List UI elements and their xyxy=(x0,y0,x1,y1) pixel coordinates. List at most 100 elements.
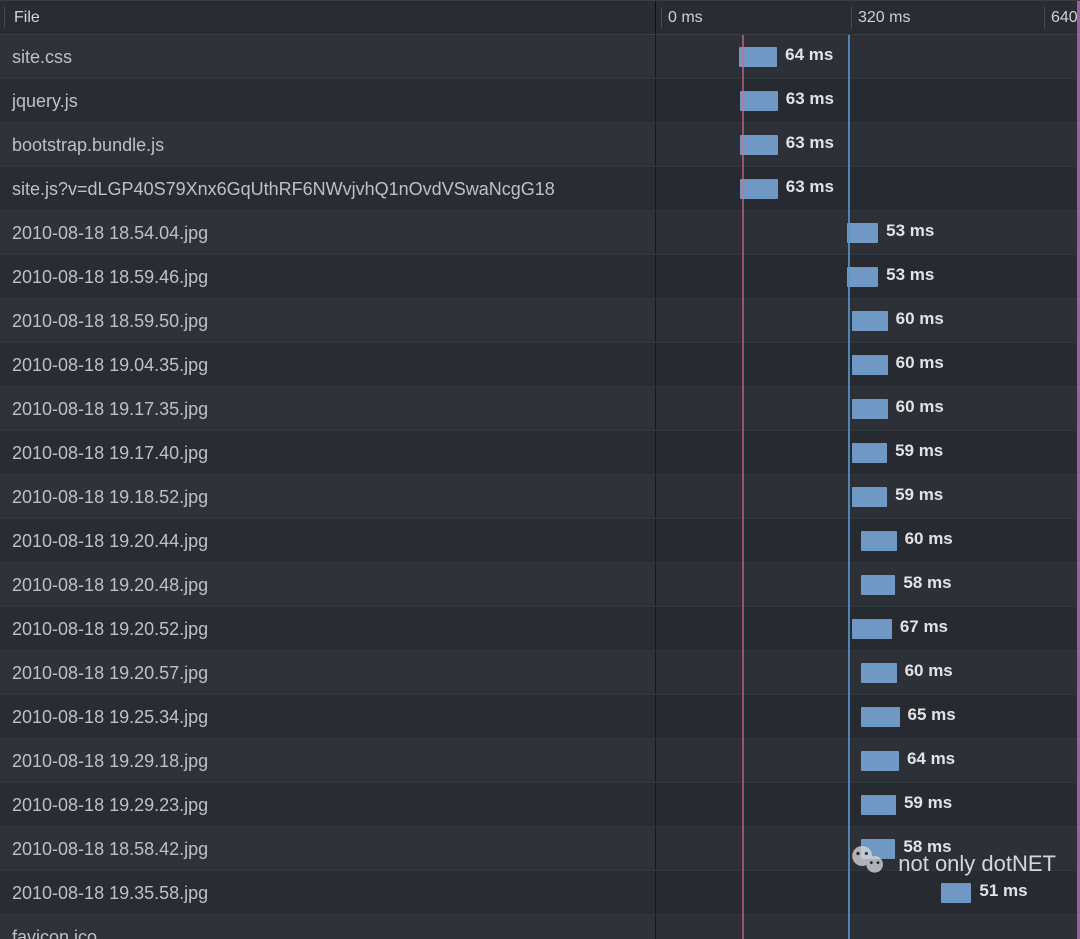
timing-label: 59 ms xyxy=(895,441,943,461)
request-row[interactable]: jquery.js63 ms xyxy=(0,79,1080,123)
timing-bar xyxy=(852,619,892,639)
column-header-file[interactable]: File xyxy=(0,1,656,34)
timeline-tick: 640 xyxy=(1044,1,1078,34)
file-name: 2010-08-18 18.59.50.jpg xyxy=(0,299,656,342)
file-name: 2010-08-18 19.17.35.jpg xyxy=(0,387,656,430)
timing-bar xyxy=(852,311,888,331)
timing-label: 59 ms xyxy=(895,485,943,505)
file-name: 2010-08-18 19.20.57.jpg xyxy=(0,651,656,694)
request-row[interactable]: 2010-08-18 19.17.40.jpg 59 ms xyxy=(0,431,1080,475)
request-row[interactable]: 2010-08-18 19.20.44.jpg 60 ms xyxy=(0,519,1080,563)
file-name: 2010-08-18 19.04.35.jpg xyxy=(0,343,656,386)
timing-label: 63 ms xyxy=(786,89,834,109)
request-row[interactable]: 2010-08-18 19.18.52.jpg 59 ms xyxy=(0,475,1080,519)
file-name: 2010-08-18 19.18.52.jpg xyxy=(0,475,656,518)
timing-label: 60 ms xyxy=(896,353,944,373)
file-name: 2010-08-18 18.58.42.jpg xyxy=(0,827,656,870)
table-header: File 0 ms 320 ms 640 xyxy=(0,1,1080,35)
timing-bar xyxy=(861,795,896,815)
timing-label: 60 ms xyxy=(905,661,953,681)
timing-label: 67 ms xyxy=(900,617,948,637)
request-row[interactable]: 2010-08-18 19.17.35.jpg 60 ms xyxy=(0,387,1080,431)
request-row[interactable]: 2010-08-18 19.20.52.jpg 67 ms xyxy=(0,607,1080,651)
timing-bar xyxy=(740,179,777,199)
timing-bar xyxy=(852,355,888,375)
network-waterfall-panel: File 0 ms 320 ms 640 site.css 64 ms jquery.j… xyxy=(0,0,1080,939)
file-name: 2010-08-18 19.25.34.jpg xyxy=(0,695,656,738)
timing-bar xyxy=(941,883,971,903)
file-name: 2010-08-18 19.20.52.jpg xyxy=(0,607,656,650)
timing-cell: 59 ms xyxy=(656,475,1080,518)
timing-cell: 60 ms xyxy=(656,343,1080,386)
timing-cell: 64 ms xyxy=(656,35,1080,78)
request-row[interactable]: 2010-08-18 19.04.35.jpg 60 ms xyxy=(0,343,1080,387)
timing-cell: 67 ms xyxy=(656,607,1080,650)
requests-table-body: site.css 64 ms jquery.js63 msbootstrap.bun… xyxy=(0,35,1080,939)
timeline-tick-label: 0 ms xyxy=(668,9,703,27)
timing-label: 64 ms xyxy=(907,749,955,769)
file-name: 2010-08-18 19.20.44.jpg xyxy=(0,519,656,562)
request-row[interactable]: 2010-08-18 19.29.18.jpg 64 ms xyxy=(0,739,1080,783)
timing-label: 63 ms xyxy=(786,177,834,197)
timing-label: 51 ms xyxy=(979,881,1027,901)
timing-label: 65 ms xyxy=(908,705,956,725)
request-row[interactable]: 2010-08-18 18.59.50.jpg60 ms xyxy=(0,299,1080,343)
timing-bar xyxy=(861,531,897,551)
timing-cell: 63 ms xyxy=(656,123,1080,166)
request-row[interactable]: favicon.ico xyxy=(0,915,1080,939)
file-name: 2010-08-18 19.17.40.jpg xyxy=(0,431,656,474)
timing-bar xyxy=(861,751,899,771)
timing-cell: 59 ms xyxy=(656,783,1080,826)
timing-cell: 58 ms xyxy=(656,827,1080,870)
timing-bar xyxy=(861,663,897,683)
timeline-tick-label: 640 xyxy=(1051,9,1078,27)
request-row[interactable]: 2010-08-18 18.58.42.jpg 58 ms xyxy=(0,827,1080,871)
timing-label: 53 ms xyxy=(886,221,934,241)
request-row[interactable]: 2010-08-18 18.54.04.jpg53 ms xyxy=(0,211,1080,255)
request-row[interactable]: bootstrap.bundle.js 63 ms xyxy=(0,123,1080,167)
timing-label: 64 ms xyxy=(785,45,833,65)
timing-label: 58 ms xyxy=(903,573,951,593)
file-name: 2010-08-18 18.59.46.jpg xyxy=(0,255,656,298)
timing-label: 63 ms xyxy=(786,133,834,153)
timing-cell xyxy=(656,915,1080,939)
timing-cell: 63 ms xyxy=(656,79,1080,122)
timing-cell: 63 ms xyxy=(656,167,1080,210)
timing-bar xyxy=(861,575,895,595)
timing-bar xyxy=(852,487,887,507)
column-header-file-label: File xyxy=(14,9,40,26)
timing-label: 60 ms xyxy=(896,397,944,417)
file-name: site.css xyxy=(0,35,656,78)
timing-bar xyxy=(861,707,900,727)
request-row[interactable]: 2010-08-18 19.35.58.jpg51 ms xyxy=(0,871,1080,915)
request-row[interactable]: 2010-08-18 19.20.57.jpg 60 ms xyxy=(0,651,1080,695)
timing-label: 53 ms xyxy=(886,265,934,285)
timing-bar xyxy=(739,47,777,67)
request-row[interactable]: 2010-08-18 18.59.46.jpg 53 ms xyxy=(0,255,1080,299)
file-name: 2010-08-18 19.29.18.jpg xyxy=(0,739,656,782)
file-name: 2010-08-18 19.20.48.jpg xyxy=(0,563,656,606)
timing-bar xyxy=(861,839,895,859)
request-row[interactable]: 2010-08-18 19.20.48.jpg 58 ms xyxy=(0,563,1080,607)
request-row[interactable]: 2010-08-18 19.25.34.jpg 65 ms xyxy=(0,695,1080,739)
timeline-tick-label: 320 ms xyxy=(858,9,910,27)
timing-cell: 60 ms xyxy=(656,387,1080,430)
timing-cell: 60 ms xyxy=(656,299,1080,342)
timeline-tick: 0 ms xyxy=(661,1,703,34)
file-name: bootstrap.bundle.js xyxy=(0,123,656,166)
timing-bar xyxy=(847,267,878,287)
request-row[interactable]: site.css 64 ms xyxy=(0,35,1080,79)
request-row[interactable]: 2010-08-18 19.29.23.jpg 59 ms xyxy=(0,783,1080,827)
timing-label: 60 ms xyxy=(905,529,953,549)
timing-cell: 60 ms xyxy=(656,519,1080,562)
timing-cell: 51 ms xyxy=(656,871,1080,914)
timing-label: 58 ms xyxy=(903,837,951,857)
timing-bar xyxy=(852,399,888,419)
request-row[interactable]: site.js?v=dLGP40S79Xnx6GqUthRF6NWvjvhQ1n… xyxy=(0,167,1080,211)
column-timeline[interactable]: 0 ms 320 ms 640 xyxy=(656,1,1080,34)
timing-label: 59 ms xyxy=(904,793,952,813)
timing-cell: 65 ms xyxy=(656,695,1080,738)
timing-cell: 64 ms xyxy=(656,739,1080,782)
file-name: 2010-08-18 19.29.23.jpg xyxy=(0,783,656,826)
timing-cell: 59 ms xyxy=(656,431,1080,474)
